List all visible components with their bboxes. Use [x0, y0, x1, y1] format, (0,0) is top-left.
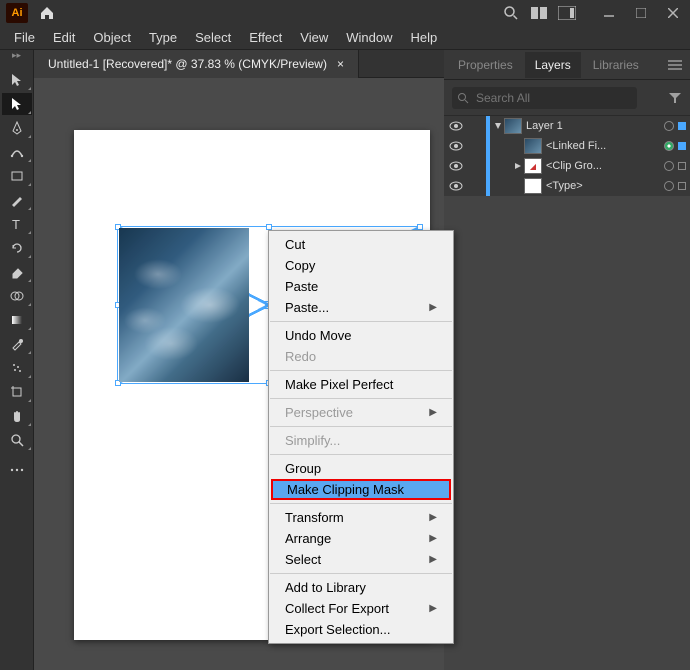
eyedropper-tool[interactable]	[2, 333, 32, 355]
paintbrush-tool[interactable]	[2, 189, 32, 211]
tab-libraries[interactable]: Libraries	[583, 52, 649, 78]
home-button[interactable]	[36, 2, 58, 24]
visibility-toggle[interactable]	[444, 141, 468, 151]
document-tab-title: Untitled-1 [Recovered]* @ 37.83 % (CMYK/…	[48, 57, 327, 71]
layer-thumbnail	[524, 178, 542, 194]
layers-search-input[interactable]	[452, 87, 637, 109]
rectangle-tool[interactable]	[2, 165, 32, 187]
arrange-documents-icon[interactable]	[530, 4, 548, 22]
menu-object[interactable]: Object	[85, 27, 139, 48]
selection-tool[interactable]	[2, 69, 32, 91]
target-icon[interactable]	[660, 141, 678, 151]
placed-image[interactable]	[119, 228, 249, 382]
ctx-select[interactable]: Select▶	[269, 549, 453, 570]
ctx-perspective: Perspective▶	[269, 402, 453, 423]
ctx-group[interactable]: Group	[269, 458, 453, 479]
ctx-pixel-perfect[interactable]: Make Pixel Perfect	[269, 374, 453, 395]
menu-select[interactable]: Select	[187, 27, 239, 48]
tools-drag-handle[interactable]: ▸▸	[0, 50, 33, 68]
maximize-button[interactable]	[632, 4, 650, 22]
panel-menu-icon[interactable]	[664, 56, 686, 74]
minimize-button[interactable]	[600, 4, 618, 22]
visibility-toggle[interactable]	[444, 121, 468, 131]
ctx-paste-submenu[interactable]: Paste...▶	[269, 297, 453, 318]
ctx-add-to-library[interactable]: Add to Library	[269, 577, 453, 598]
menu-file[interactable]: File	[6, 27, 43, 48]
ctx-make-clipping-mask[interactable]: Make Clipping Mask	[271, 479, 451, 500]
shape-builder-tool[interactable]	[2, 285, 32, 307]
panels-dock: Properties Layers Libraries	[444, 50, 690, 670]
menu-type[interactable]: Type	[141, 27, 185, 48]
search-icon[interactable]	[502, 4, 520, 22]
layer-name[interactable]: <Clip Gro...	[546, 160, 660, 172]
ctx-copy[interactable]: Copy	[269, 255, 453, 276]
context-menu: Cut Copy Paste Paste...▶ Undo Move Redo …	[268, 230, 454, 644]
workspace-icon[interactable]	[558, 4, 576, 22]
menu-edit[interactable]: Edit	[45, 27, 83, 48]
ctx-cut[interactable]: Cut	[269, 234, 453, 255]
document-tab-close[interactable]: ×	[337, 57, 344, 71]
menu-window[interactable]: Window	[338, 27, 400, 48]
hand-tool[interactable]	[2, 405, 32, 427]
edit-toolbar[interactable]	[2, 459, 32, 481]
rotate-tool[interactable]	[2, 237, 32, 259]
pen-tool[interactable]	[2, 117, 32, 139]
direct-selection-tool[interactable]	[2, 93, 32, 115]
layer-thumbnail	[504, 118, 522, 134]
ctx-simplify: Simplify...	[269, 430, 453, 451]
app-logo: Ai	[6, 3, 28, 23]
artboard-tool[interactable]	[2, 381, 32, 403]
layer-thumbnail	[524, 138, 542, 154]
target-icon[interactable]	[660, 161, 678, 171]
layer-row[interactable]: <Type>	[444, 176, 690, 196]
ctx-paste[interactable]: Paste	[269, 276, 453, 297]
tab-layers[interactable]: Layers	[525, 52, 581, 78]
zoom-tool[interactable]	[2, 429, 32, 451]
search-icon	[457, 92, 469, 104]
ctx-undo[interactable]: Undo Move	[269, 325, 453, 346]
ctx-transform[interactable]: Transform▶	[269, 507, 453, 528]
eraser-tool[interactable]	[2, 261, 32, 283]
layer-name[interactable]: <Linked Fi...	[546, 140, 660, 152]
ctx-arrange[interactable]: Arrange▶	[269, 528, 453, 549]
visibility-toggle[interactable]	[444, 181, 468, 191]
document-tab[interactable]: Untitled-1 [Recovered]* @ 37.83 % (CMYK/…	[34, 50, 359, 78]
svg-text:T: T	[12, 217, 20, 231]
tab-properties[interactable]: Properties	[448, 52, 523, 78]
curvature-tool[interactable]	[2, 141, 32, 163]
layer-row[interactable]: ◢ <Clip Gro...	[444, 156, 690, 176]
menu-bar: File Edit Object Type Select Effect View…	[0, 26, 690, 50]
ctx-redo: Redo	[269, 346, 453, 367]
layer-name[interactable]: <Type>	[546, 180, 660, 192]
ctx-collect-for-export[interactable]: Collect For Export▶	[269, 598, 453, 619]
filter-icon[interactable]	[668, 92, 682, 104]
layer-row[interactable]: <Linked Fi...	[444, 136, 690, 156]
layer-thumbnail: ◢	[524, 158, 542, 174]
target-icon[interactable]	[660, 181, 678, 191]
target-icon[interactable]	[660, 121, 678, 131]
menu-help[interactable]: Help	[402, 27, 445, 48]
layer-name[interactable]: Layer 1	[526, 120, 660, 132]
visibility-toggle[interactable]	[444, 161, 468, 171]
type-tool[interactable]: T	[2, 213, 32, 235]
expand-toggle[interactable]	[512, 162, 524, 170]
close-button[interactable]	[664, 4, 682, 22]
gradient-tool[interactable]	[2, 309, 32, 331]
menu-view[interactable]: View	[292, 27, 336, 48]
symbol-sprayer-tool[interactable]	[2, 357, 32, 379]
layers-list: Layer 1 <Linked Fi...	[444, 116, 690, 196]
menu-effect[interactable]: Effect	[241, 27, 290, 48]
expand-toggle[interactable]	[492, 122, 504, 130]
layer-row[interactable]: Layer 1	[444, 116, 690, 136]
ctx-export-selection[interactable]: Export Selection...	[269, 619, 453, 640]
tools-panel: ▸▸ T	[0, 50, 34, 670]
